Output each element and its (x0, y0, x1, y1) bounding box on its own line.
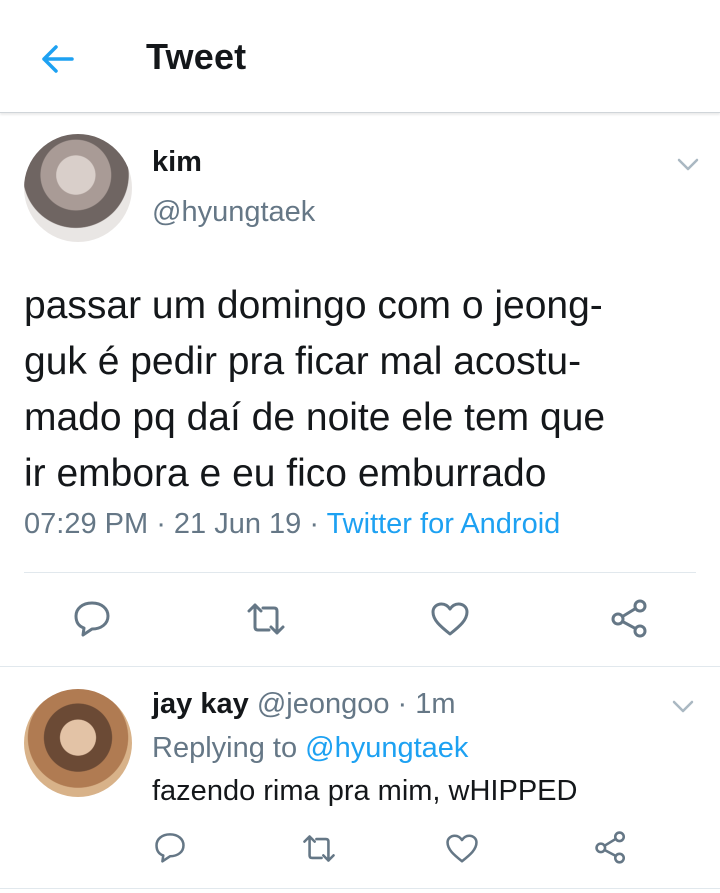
reply-options-button[interactable] (672, 700, 694, 714)
arrow-left-icon (42, 45, 74, 73)
meta-separator: · (389, 688, 416, 720)
retweet-icon (303, 835, 335, 862)
share-button[interactable] (593, 830, 629, 869)
retweet-button[interactable] (301, 833, 337, 869)
back-button[interactable] (36, 38, 78, 80)
reply-icon (155, 833, 185, 863)
top-app-bar: Tweet (0, 0, 720, 113)
author-name[interactable]: kim (152, 146, 202, 179)
reply-time: 1m (415, 688, 456, 720)
tweet-options-button[interactable] (677, 158, 699, 172)
reply-icon (74, 601, 110, 637)
tweet-text: passar um domingo com o jeong- guk é ped… (24, 284, 606, 495)
chevron-down-icon (672, 700, 694, 713)
reply-text: fazendo rima pra mim, wHIPPED (152, 775, 578, 807)
reply-author-handle[interactable]: @jeongoo (257, 688, 390, 720)
tweet-date: 21 Jun 19 (173, 508, 302, 540)
like-icon (431, 602, 469, 636)
tweet-meta: 07:29 PM · 21 Jun 19 · Twitter for Andro… (24, 508, 560, 541)
chevron-down-icon (677, 158, 699, 171)
replying-to-link[interactable]: @hyungtaek (305, 732, 468, 764)
avatar[interactable] (24, 689, 132, 797)
divider (24, 572, 696, 573)
retweet-icon (247, 603, 285, 635)
tweet-time: 07:29 PM (24, 508, 149, 540)
page-title: Tweet (146, 36, 247, 77)
share-icon (611, 599, 647, 638)
reply-header: jay kay @jeongoo · 1m (152, 688, 456, 721)
replying-to-label: Replying to (152, 732, 306, 764)
like-button[interactable] (445, 833, 479, 869)
reply-button[interactable] (72, 599, 112, 642)
avatar[interactable] (24, 134, 132, 242)
like-icon (446, 834, 478, 863)
replying-to: Replying to @hyungtaek (152, 732, 468, 765)
retweet-button[interactable] (245, 601, 287, 642)
like-button[interactable] (430, 601, 470, 642)
reply-button[interactable] (153, 831, 187, 868)
share-button[interactable] (609, 598, 651, 643)
share-icon (595, 831, 626, 864)
meta-separator: · (148, 508, 174, 540)
divider (0, 888, 720, 889)
author-handle[interactable]: @hyungtaek (152, 196, 315, 229)
reply-author-name[interactable]: jay kay (152, 688, 249, 720)
meta-separator: · (301, 508, 327, 540)
tweet-source-link[interactable]: Twitter for Android (327, 508, 561, 540)
divider (0, 666, 720, 667)
